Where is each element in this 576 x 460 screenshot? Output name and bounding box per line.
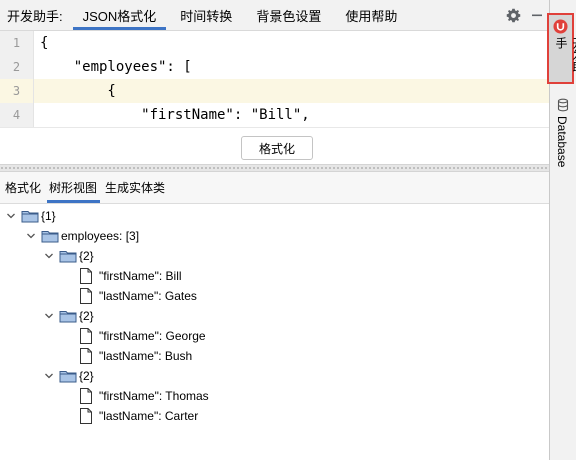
right-tool-dev-assistant[interactable]: 开发助手	[547, 13, 576, 84]
chevron-down-icon[interactable]	[43, 246, 55, 266]
tree-leaf[interactable]: "lastName": Gates	[79, 286, 197, 306]
file-icon	[79, 266, 97, 286]
code-line[interactable]: "employees": [	[34, 55, 549, 79]
json-tree-view: {1} employees: [3] {2} "firstName": Bill…	[0, 204, 549, 460]
tree-leaf[interactable]: "lastName": Bush	[79, 346, 192, 366]
line-number-current: 3	[0, 79, 33, 103]
json-editor[interactable]: 1 2 3 4 { "employees": [ { "firstName": …	[0, 31, 549, 127]
tree-leaf[interactable]: "firstName": Bill	[79, 266, 182, 286]
tree-node-label: {1}	[41, 209, 56, 223]
tab-json-format[interactable]: JSON格式化	[71, 0, 169, 30]
tree-node-label: {2}	[79, 309, 94, 323]
file-icon	[79, 346, 97, 366]
file-icon	[79, 406, 97, 426]
folder-icon	[41, 226, 59, 246]
file-icon	[79, 386, 97, 406]
chevron-down-icon[interactable]	[25, 226, 37, 246]
file-icon	[79, 286, 97, 306]
tree-node-label: {2}	[79, 369, 94, 383]
tree-node-label: "lastName": Gates	[99, 289, 197, 303]
tree-node-label: "firstName": George	[99, 329, 206, 343]
format-button[interactable]: 格式化	[241, 136, 313, 160]
chevron-down-icon[interactable]	[43, 306, 55, 326]
line-number: 1	[12, 36, 21, 50]
format-button-bar: 格式化	[0, 127, 549, 164]
tree-node[interactable]: employees: [3]	[25, 226, 139, 246]
chevron-down-icon[interactable]	[43, 366, 55, 386]
tab-background-color[interactable]: 背景色设置	[244, 0, 333, 30]
tree-leaf[interactable]: "firstName": George	[79, 326, 206, 346]
tool-window-header: 开发助手: JSON格式化 时间转换 背景色设置 使用帮助	[0, 0, 549, 31]
line-number-gutter: 1 2 3 4	[0, 31, 34, 127]
tree-node-label: {2}	[79, 249, 94, 263]
line-number: 2	[12, 60, 21, 74]
lower-tab-bar: 格式化 树形视图 生成实体类	[0, 172, 549, 204]
tree-node-label: employees: [3]	[61, 229, 140, 243]
code-line-current[interactable]: {	[34, 79, 549, 103]
tree-node-label: "firstName": Bill	[99, 269, 182, 283]
tab-generate-entity[interactable]: 生成实体类	[100, 172, 168, 203]
tool-window-title: 开发助手:	[7, 8, 63, 24]
folder-icon	[21, 206, 39, 226]
code-line[interactable]: "firstName": "Bill",	[34, 103, 549, 127]
tree-node-label: "firstName": Thomas	[99, 389, 209, 403]
tree-node[interactable]: {2}	[43, 306, 94, 326]
tab-tree-view[interactable]: 树形视图	[44, 172, 101, 203]
folder-icon	[59, 306, 77, 326]
file-icon	[79, 326, 97, 346]
tab-time-convert[interactable]: 时间转换	[168, 0, 244, 30]
minimize-icon[interactable]	[525, 0, 549, 30]
splitter-handle[interactable]	[0, 164, 549, 172]
folder-icon	[59, 246, 77, 266]
tree-node[interactable]: {2}	[43, 246, 94, 266]
right-tool-database[interactable]: Database	[555, 116, 569, 167]
right-tool-label: 开发助手	[554, 37, 576, 73]
code-line[interactable]: {	[34, 31, 549, 55]
chevron-down-icon[interactable]	[5, 206, 17, 226]
tree-node[interactable]: {1}	[5, 206, 56, 226]
plugin-logo-icon	[553, 19, 568, 34]
gear-icon[interactable]	[501, 0, 525, 30]
tree-node-label: "lastName": Carter	[99, 409, 199, 423]
database-icon[interactable]	[556, 98, 570, 112]
tree-node-label: "lastName": Bush	[99, 349, 193, 363]
line-number: 4	[12, 108, 21, 122]
folder-icon	[59, 366, 77, 386]
tab-format[interactable]: 格式化	[0, 172, 44, 203]
tree-leaf[interactable]: "lastName": Carter	[79, 406, 198, 426]
tab-usage-help[interactable]: 使用帮助	[333, 0, 409, 30]
tree-leaf[interactable]: "firstName": Thomas	[79, 386, 209, 406]
tree-node[interactable]: {2}	[43, 366, 94, 386]
